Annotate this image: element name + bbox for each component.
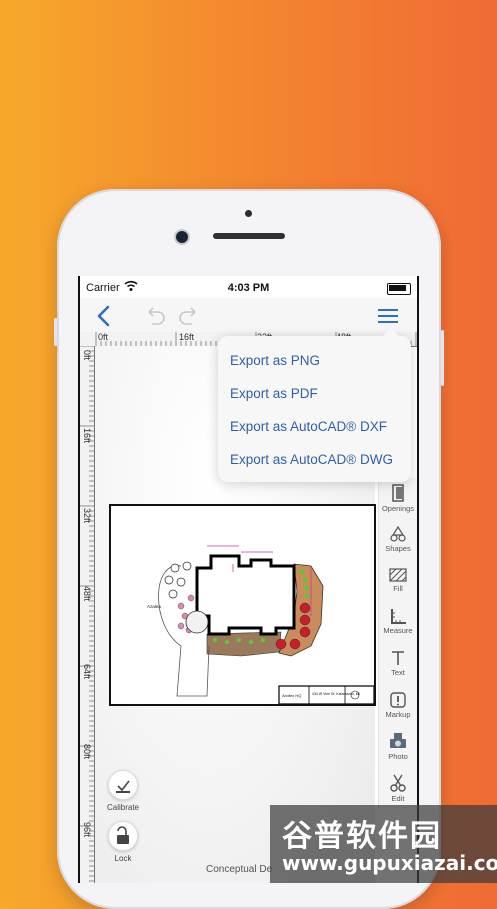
- tool-markup-label: Markup: [385, 710, 411, 719]
- ruler-left: 0ft 16ft 32ft 48ft 64ft 80ft 96ft: [80, 346, 95, 883]
- tool-text[interactable]: Text: [379, 650, 417, 677]
- hamburger-menu-icon[interactable]: [377, 306, 399, 326]
- tool-markup[interactable]: Markup: [379, 692, 417, 719]
- earpiece-speaker: [213, 233, 285, 239]
- calibrate-label: Calibrate: [106, 803, 139, 812]
- ruler-left-label-0: 0ft: [82, 350, 92, 361]
- export-dxf-item[interactable]: Export as AutoCAD® DXF: [230, 419, 387, 434]
- ruler-icon: [391, 609, 406, 624]
- tool-photo-label: Photo: [388, 752, 408, 761]
- ruler-left-label-5: 80ft: [82, 744, 92, 760]
- hatch-fill-icon: [389, 568, 407, 582]
- app-screen: Carrier 4:03 PM 0ft 16ft 0ft 16ft 32ft 4…: [78, 276, 419, 883]
- document-title: Conceptual De: [206, 864, 273, 875]
- shapes-icon: [390, 526, 406, 542]
- ruler-left-ticks: [80, 346, 94, 882]
- export-pdf-item[interactable]: Export as PDF: [230, 386, 318, 401]
- tool-photo[interactable]: Photo: [379, 732, 417, 761]
- title-block-address: 434 W Vine St. Kalamazoo, MI: [312, 692, 360, 696]
- proximity-sensor: [245, 210, 252, 217]
- power-button: [441, 330, 444, 386]
- tool-measure[interactable]: Measure: [379, 608, 417, 635]
- tool-edit-label: Edit: [391, 794, 405, 803]
- camera-icon: [390, 733, 406, 748]
- tool-fill[interactable]: Fill: [379, 568, 417, 593]
- tool-edit[interactable]: Edit: [379, 774, 417, 803]
- export-dwg-item[interactable]: Export as AutoCAD® DWG: [230, 452, 393, 467]
- battery-icon: [387, 283, 411, 295]
- tool-openings-label: Openings: [381, 504, 415, 513]
- tool-shapes-label: Shapes: [385, 544, 411, 553]
- markup-icon: [390, 692, 406, 708]
- watermark-text: 谷普软件园: [282, 819, 442, 854]
- chevron-left-icon[interactable]: [92, 304, 116, 328]
- export-menu-popover: Export as PNG Export as PDF Export as Au…: [218, 328, 411, 482]
- tool-shapes[interactable]: Shapes: [379, 526, 417, 553]
- undo-icon[interactable]: [144, 306, 166, 328]
- status-bar: Carrier 4:03 PM: [80, 276, 417, 298]
- site-plan-graphic: Azalea Arcitex HQ 434 W Vine St. Kalamaz…: [147, 545, 375, 705]
- ruler-left-label-6: 96ft: [82, 822, 92, 838]
- mute-switch: [54, 318, 57, 346]
- nav-bar: [80, 298, 417, 334]
- redo-icon[interactable]: [178, 306, 200, 328]
- tool-panel: Openings Shapes Fill Measure Text Markup…: [378, 478, 417, 808]
- lock-open-icon: [108, 821, 138, 851]
- front-camera: [176, 231, 188, 243]
- calibrate-icon: [108, 770, 138, 800]
- title-block-company: Arcitex HQ: [282, 693, 301, 698]
- scissors-icon: [390, 774, 406, 792]
- lock-button[interactable]: Lock: [106, 821, 140, 863]
- export-png-item[interactable]: Export as PNG: [230, 353, 320, 368]
- ruler-top-label-0: 0ft: [98, 332, 109, 342]
- tool-fill-label: Fill: [393, 584, 403, 593]
- tool-measure-label: Measure: [383, 626, 413, 635]
- tool-openings[interactable]: Openings: [379, 484, 417, 513]
- calibrate-button[interactable]: Calibrate: [106, 770, 140, 812]
- ruler-left-label-4: 64ft: [82, 664, 92, 680]
- ruler-left-label-2: 32ft: [82, 508, 92, 524]
- door-icon: [392, 484, 404, 502]
- ruler-top-label-1: 16ft: [179, 332, 195, 342]
- watermark: 谷普软件园 www.gupuxiazai.com: [270, 805, 497, 883]
- floor-plan-drawing[interactable]: Azalea Arcitex HQ 434 W Vine St. Kalamaz…: [109, 504, 376, 706]
- status-time: 4:03 PM: [227, 282, 270, 294]
- tool-text-label: Text: [391, 668, 405, 677]
- ruler-left-label-1: 16ft: [82, 428, 92, 444]
- watermark-url: www.gupuxiazai.com: [282, 851, 497, 875]
- lock-label: Lock: [114, 854, 132, 863]
- plant-label: Azalea: [147, 604, 161, 609]
- text-icon: [392, 651, 404, 665]
- ruler-left-label-3: 48ft: [82, 586, 92, 602]
